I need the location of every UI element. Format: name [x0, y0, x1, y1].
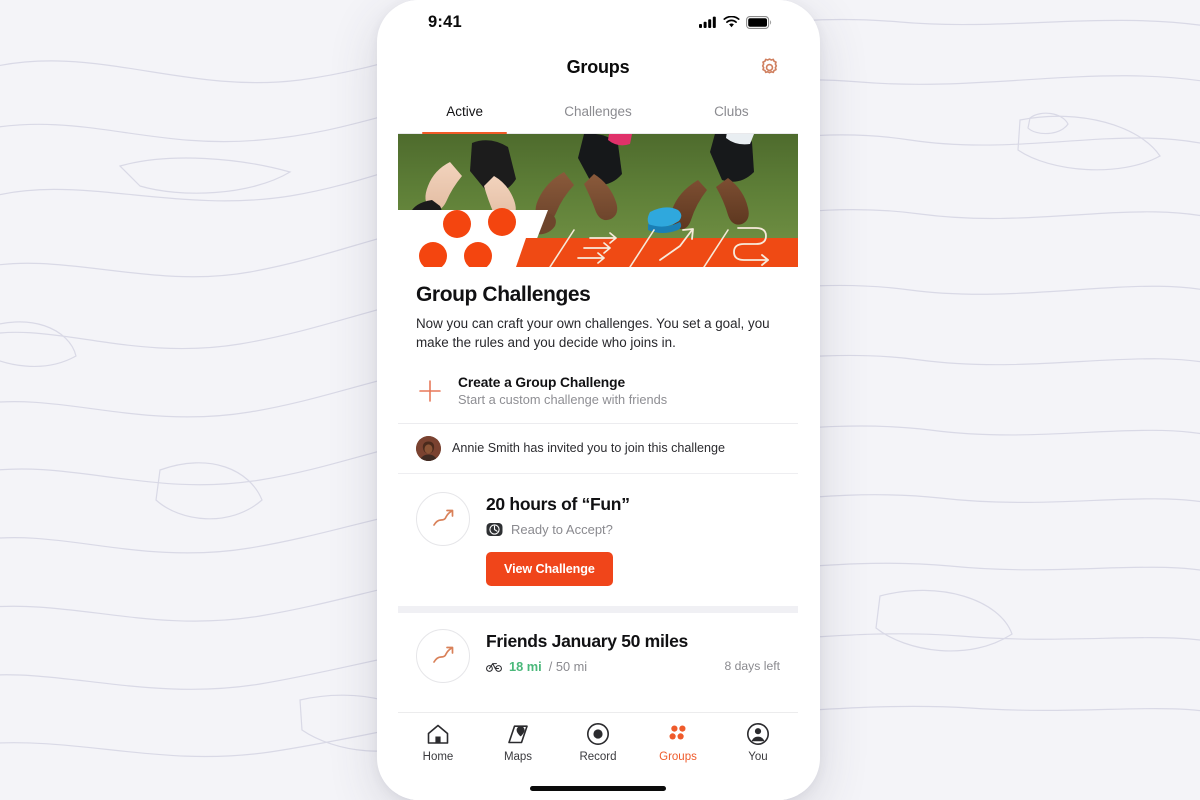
- person-icon: [746, 721, 770, 747]
- tabbar-label-you: You: [748, 751, 768, 763]
- tabbar-label-maps: Maps: [503, 751, 533, 763]
- home-indicator[interactable]: [530, 786, 666, 791]
- status-icons: [699, 15, 772, 29]
- challenge-icon-ring: [416, 491, 470, 546]
- status-bar: 9:41: [398, 0, 798, 44]
- tab-clubs[interactable]: Clubs: [665, 90, 798, 133]
- page-title: Groups: [566, 56, 630, 77]
- trending-arrow-icon: [433, 509, 454, 526]
- view-challenge-button[interactable]: View Challenge: [486, 551, 613, 586]
- record-icon: [586, 721, 610, 747]
- avatar: [416, 435, 441, 461]
- hero-banner: [398, 134, 798, 267]
- tab-challenges-label: Challenges: [564, 104, 632, 119]
- challenge-body: 20 hours of “Fun” Ready to Accept? View …: [486, 492, 780, 586]
- gear-icon: [761, 57, 777, 73]
- challenge2-time-left: 8 days left: [724, 659, 780, 674]
- challenge2-stats: 18 mi / 50 mi 8 days left: [486, 659, 780, 674]
- trending-arrow-icon: [433, 646, 454, 663]
- cellular-signal-icon: [699, 16, 716, 28]
- create-challenge-title: Create a Group Challenge: [458, 374, 626, 390]
- challenge-meta-text: Ready to Accept?: [511, 521, 613, 537]
- invite-header: Annie Smith has invited you to join this…: [398, 424, 798, 474]
- bottom-tab-bar: Home Maps Record Groups You: [398, 712, 798, 800]
- challenge-meta: Ready to Accept?: [486, 521, 780, 538]
- bike-icon: [486, 662, 502, 672]
- stopwatch-icon: [486, 522, 503, 536]
- tab-clubs-label: Clubs: [714, 104, 749, 119]
- invited-challenge-card[interactable]: 20 hours of “Fun” Ready to Accept? View …: [398, 474, 798, 606]
- status-time: 9:41: [428, 12, 462, 31]
- blue-shoe: [647, 207, 682, 233]
- active-challenge-card[interactable]: Friends January 50 miles 18 mi / 50 mi 8…: [398, 613, 798, 683]
- groups-dots-icon: [666, 721, 690, 747]
- tab-active[interactable]: Active: [398, 90, 531, 134]
- settings-button[interactable]: [756, 54, 782, 80]
- tabbar-item-record[interactable]: Record: [558, 721, 638, 763]
- avatar-image: [416, 435, 441, 461]
- tabbar-label-home: Home: [422, 751, 454, 763]
- tabbar-item-you[interactable]: You: [718, 721, 798, 763]
- promo-description: Now you can craft your own challenges. Y…: [416, 316, 770, 351]
- segment-tabs: Active Challenges Clubs: [398, 90, 798, 134]
- map-pin-icon: [506, 721, 530, 747]
- tabbar-label-groups: Groups: [659, 751, 697, 763]
- challenge2-icon-ring: [416, 628, 470, 683]
- challenge2-progress-goal: / 50 mi: [548, 658, 588, 674]
- tabbar-item-home[interactable]: Home: [398, 721, 478, 763]
- create-group-challenge-row[interactable]: Create a Group Challenge Start a custom …: [398, 353, 798, 424]
- plus-icon: [419, 380, 441, 402]
- challenge-title: 20 hours of “Fun”: [486, 493, 630, 514]
- app-header: Groups: [398, 44, 798, 90]
- section-divider: [398, 605, 798, 613]
- wifi-icon: [723, 16, 740, 28]
- invite-text: Annie Smith has invited you to join this…: [452, 441, 726, 456]
- challenge2-title: Friends January 50 miles: [486, 630, 688, 651]
- tabbar-item-maps[interactable]: Maps: [478, 721, 558, 763]
- tabbar-label-record: Record: [579, 751, 617, 763]
- promo-section: Group Challenges Now you can craft your …: [398, 267, 798, 353]
- challenge2-progress-value: 18 mi: [509, 658, 542, 674]
- home-icon: [426, 721, 450, 747]
- create-challenge-subtitle: Start a custom challenge with friends: [458, 391, 668, 407]
- challenge2-body: Friends January 50 miles 18 mi / 50 mi 8…: [486, 629, 780, 674]
- phone-screen: 9:41 Groups Active Challenges Clubs Grou…: [398, 0, 798, 800]
- hero-illustration: [398, 134, 798, 267]
- tab-challenges[interactable]: Challenges: [531, 90, 664, 133]
- tab-active-label: Active: [446, 104, 484, 119]
- phone-frame: 9:41 Groups Active Challenges Clubs Grou…: [377, 0, 820, 800]
- tabbar-item-groups[interactable]: Groups: [638, 721, 718, 763]
- promo-title: Group Challenges: [416, 283, 591, 306]
- battery-icon: [746, 15, 772, 29]
